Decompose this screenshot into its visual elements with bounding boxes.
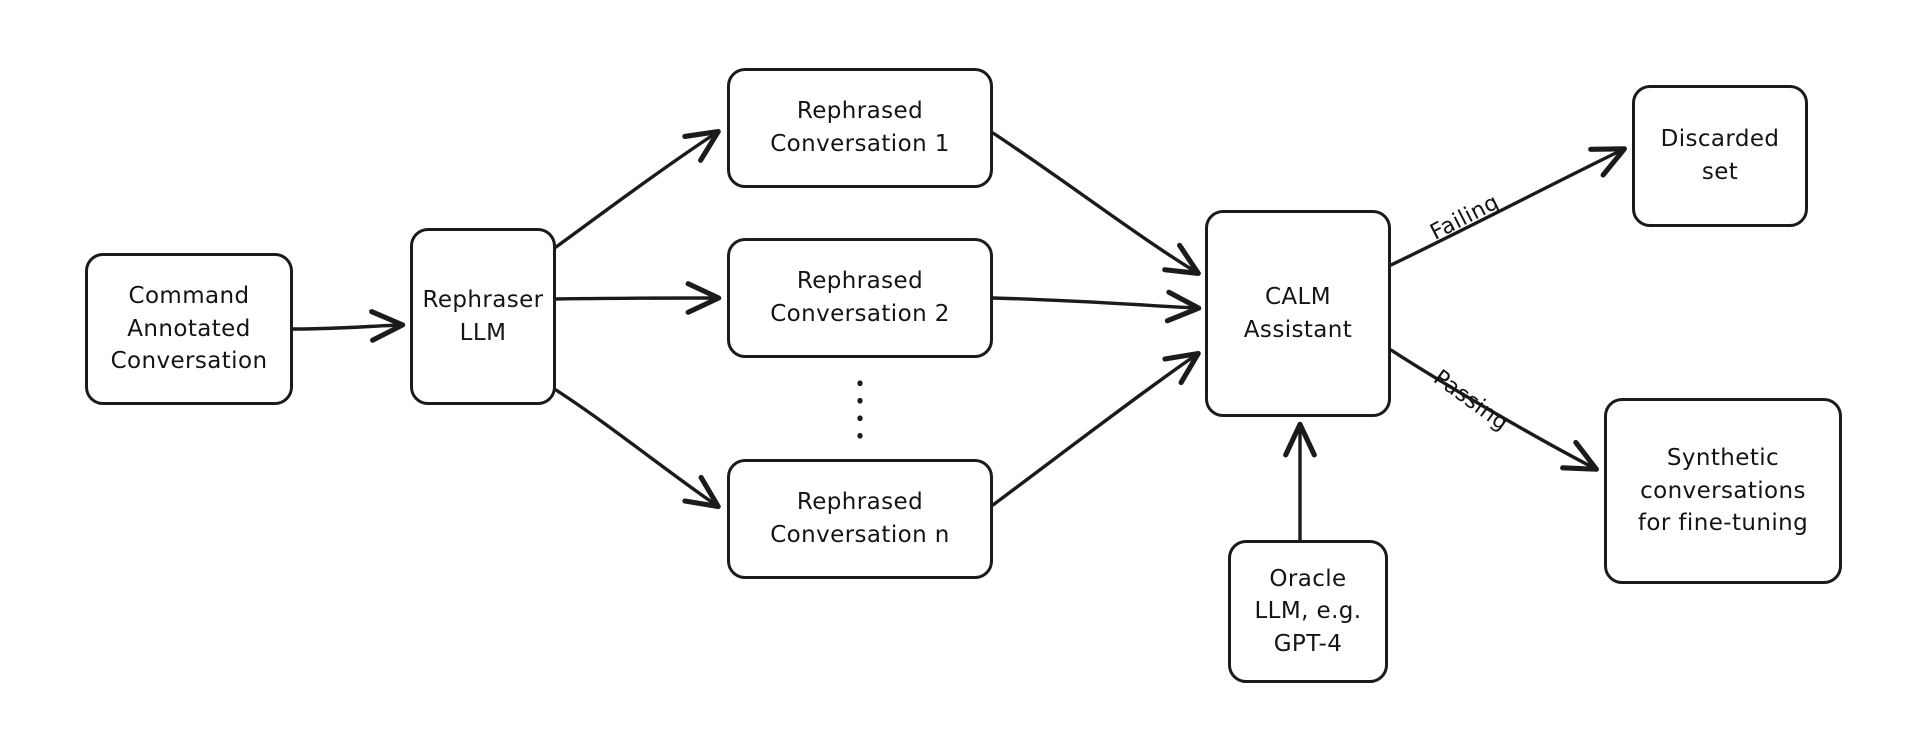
node-command-annotated-conversation[interactable]: Command Annotated Conversation bbox=[85, 253, 293, 405]
edge-cac-to-rephraser bbox=[291, 309, 406, 343]
edge-rc2-to-calm bbox=[991, 289, 1202, 324]
node-rephrased-conversation-1[interactable]: Rephrased Conversation 1 bbox=[727, 68, 993, 188]
node-rephrased-conversation-2[interactable]: Rephrased Conversation 2 bbox=[727, 238, 993, 358]
edge-calm-to-discarded bbox=[1389, 146, 1627, 267]
node-discarded-set[interactable]: Discarded set bbox=[1632, 85, 1808, 227]
node-oracle-llm[interactable]: Oracle LLM, e.g. GPT-4 bbox=[1228, 540, 1388, 683]
edge-rephraser-to-rc1 bbox=[554, 128, 721, 249]
node-rephraser-llm[interactable]: Rephraser LLM bbox=[410, 228, 556, 405]
node-synthetic-conversations[interactable]: Synthetic conversations for fine-tuning bbox=[1604, 398, 1842, 584]
edge-rcn-to-calm bbox=[991, 350, 1201, 507]
edge-label-passing: Passing bbox=[1428, 365, 1514, 437]
node-calm-assistant[interactable]: CALM Assistant bbox=[1205, 210, 1391, 417]
edge-rephraser-to-rcn bbox=[554, 388, 721, 510]
edge-rc1-to-calm bbox=[991, 131, 1201, 276]
node-rephrased-conversation-n[interactable]: Rephrased Conversation n bbox=[727, 459, 993, 579]
diagram-canvas: Command Annotated Conversation Rephraser… bbox=[0, 0, 1918, 734]
edge-rephraser-to-rc2 bbox=[554, 281, 722, 315]
edge-label-failing: Failing bbox=[1426, 189, 1504, 246]
